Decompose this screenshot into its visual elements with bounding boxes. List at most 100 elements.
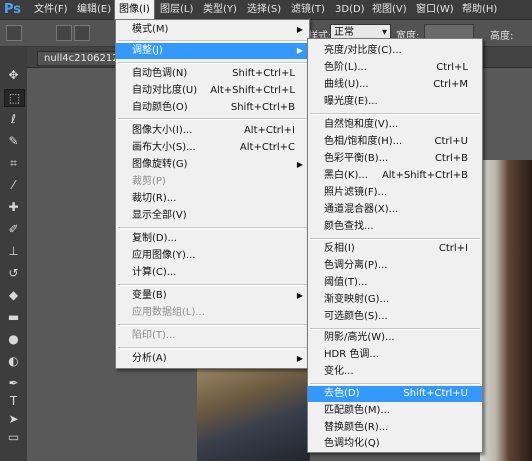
menu-item-shortcut: Shift+Ctrl+B — [230, 102, 295, 113]
menu-item-duplicate[interactable]: 复制(D)... — [116, 231, 309, 247]
rectangle-tool-icon[interactable]: ▭ — [4, 429, 23, 445]
healing-brush-tool-icon[interactable]: ✚ — [4, 199, 23, 215]
photo-canvas-right[interactable] — [480, 160, 532, 461]
menu-item-label: 自然饱和度(V)... — [324, 119, 399, 130]
type-tool-icon[interactable]: T — [4, 393, 23, 409]
menu-item-calculations[interactable]: 计算(C)... — [116, 265, 309, 281]
menu-item-reveal-all[interactable]: 显示全部(V) — [116, 208, 309, 224]
path-select-tool-icon[interactable]: ➤ — [4, 411, 23, 427]
menu-help[interactable]: 帮助(H) — [458, 0, 501, 19]
menu-item-canvas-size[interactable]: 画布大小(S)... Alt+Ctrl+C — [116, 140, 309, 156]
menu-filter[interactable]: 滤镜(T) — [287, 0, 329, 19]
menu-item-selective-color[interactable]: 可选颜色(S)... — [308, 309, 482, 325]
menu-select[interactable]: 选择(S) — [243, 0, 285, 19]
menu-item-label: 曝光度(E)... — [324, 96, 378, 107]
brush-tool-icon[interactable]: ✐ — [4, 221, 23, 237]
menu-window[interactable]: 窗口(W) — [412, 0, 458, 19]
menu-separator — [118, 284, 307, 286]
menu-item-analysis[interactable]: 分析(A) ▶ — [116, 351, 309, 367]
menu-item-shortcut: Ctrl+L — [436, 62, 468, 73]
menu-item-curves[interactable]: 曲线(U)... Ctrl+M — [308, 77, 482, 93]
menu-image[interactable]: 图像(I) — [114, 0, 155, 20]
image-menu: 模式(M) ▶ 调整(J) ▶ 自动色调(N) Shift+Ctrl+L 自动对比度(… — [115, 19, 310, 369]
menu-item-variables[interactable]: 变量(B) ▶ — [116, 288, 309, 304]
menu-item-shortcut: Ctrl+U — [434, 136, 469, 147]
crop-tool-icon[interactable]: ⌗ — [4, 155, 23, 171]
menu-item-black-white[interactable]: 黑白(K)... Alt+Shift+Ctrl+B — [308, 168, 482, 184]
submenu-arrow-icon: ▶ — [296, 46, 303, 55]
pen-tool-icon[interactable]: ✒ — [4, 375, 23, 391]
menu-item-image-rotation[interactable]: 图像旋转(G) ▶ — [116, 157, 309, 173]
new-selection-icon[interactable] — [56, 25, 72, 41]
photo-canvas[interactable] — [197, 365, 310, 461]
tool-preset-icon[interactable] — [6, 25, 22, 41]
menu-item-shadows-highlights[interactable]: 阴影/高光(W)... — [308, 330, 482, 346]
menu-item-hue-saturation[interactable]: 色相/饱和度(H)... Ctrl+U — [308, 134, 482, 150]
menu-item-mode[interactable]: 模式(M) ▶ — [116, 22, 309, 38]
dodge-tool-icon[interactable]: ◐ — [4, 353, 23, 369]
menu-item-gradient-map[interactable]: 渐变映射(G)... — [308, 292, 482, 308]
marquee-tool-icon[interactable]: ⬚ — [4, 89, 25, 107]
menu-separator — [118, 118, 307, 120]
menu-item-adjustments[interactable]: 调整(J) ▶ — [116, 43, 309, 59]
menu-item-shortcut: Alt+Shift+Ctrl+B — [381, 170, 468, 181]
menu-item-label: 自动对比度(U) — [132, 85, 198, 96]
menu-item-trim[interactable]: 裁切(R)... — [116, 191, 309, 207]
move-tool-icon[interactable]: ✥ — [4, 67, 23, 83]
menu-item-auto-contrast[interactable]: 自动对比度(U) Alt+Shift+Ctrl+L — [116, 83, 309, 99]
menu-item-color-lookup[interactable]: 颜色查找... — [308, 219, 482, 235]
menu-item-label: 去色(D) — [324, 388, 360, 399]
menu-item-label: 自动颜色(O) — [132, 102, 188, 113]
menu-item-equalize[interactable]: 色调均化(Q) — [308, 436, 482, 452]
gradient-tool-icon[interactable]: ▬ — [4, 309, 23, 325]
blur-tool-icon[interactable]: ● — [4, 331, 23, 347]
quick-select-tool-icon[interactable]: ✎ — [4, 133, 23, 149]
menu-separator — [118, 227, 307, 229]
menu-separator — [118, 62, 307, 64]
menu-item-levels[interactable]: 色阶(L)... Ctrl+L — [308, 60, 482, 76]
menu-3d[interactable]: 3D(D) — [331, 0, 369, 19]
menu-item-vibrance[interactable]: 自然饱和度(V)... — [308, 117, 482, 133]
menu-item-shortcut: Shift+Ctrl+U — [403, 388, 468, 399]
menu-item-hdr-toning[interactable]: HDR 色调... — [308, 347, 482, 363]
menu-item-desaturate[interactable]: 去色(D) Shift+Ctrl+U — [308, 386, 482, 402]
menu-edit[interactable]: 编辑(E) — [73, 0, 115, 19]
menu-item-threshold[interactable]: 阈值(T)... — [308, 275, 482, 291]
eyedropper-tool-icon[interactable]: ⁄ — [4, 177, 23, 193]
menu-view[interactable]: 视图(V) — [368, 0, 411, 19]
menu-item-shortcut: Alt+Ctrl+I — [243, 125, 295, 136]
add-selection-icon[interactable] — [74, 25, 90, 41]
menu-item-channel-mixer[interactable]: 通道混合器(X)... — [308, 202, 482, 218]
menu-item-posterize[interactable]: 色调分离(P)... — [308, 258, 482, 274]
eraser-tool-icon[interactable]: ◆ — [4, 287, 23, 303]
menu-item-exposure[interactable]: 曝光度(E)... — [308, 94, 482, 110]
menu-item-label: 变量(B) — [132, 290, 167, 301]
menu-item-label: 复制(D)... — [132, 233, 178, 244]
menu-item-label: 色调均化(Q) — [324, 438, 380, 449]
menu-item-shortcut: Ctrl+B — [434, 153, 468, 164]
menu-item-image-size[interactable]: 图像大小(I)... Alt+Ctrl+I — [116, 123, 309, 139]
menu-item-brightness-contrast[interactable]: 亮度/对比度(C)... — [308, 43, 482, 59]
menu-type[interactable]: 类型(Y) — [199, 0, 241, 19]
menu-item-variations[interactable]: 变化... — [308, 364, 482, 380]
menu-item-auto-tone[interactable]: 自动色调(N) Shift+Ctrl+L — [116, 66, 309, 82]
menu-item-shortcut: Alt+Shift+Ctrl+L — [210, 85, 295, 96]
history-brush-tool-icon[interactable]: ↺ — [4, 265, 23, 281]
clone-stamp-tool-icon[interactable]: ⊥ — [4, 243, 23, 259]
menu-item-photo-filter[interactable]: 照片滤镜(F)... — [308, 185, 482, 201]
lasso-tool-icon[interactable]: ℓ — [4, 111, 23, 127]
menu-separator — [310, 238, 480, 240]
menu-item-match-color[interactable]: 匹配颜色(M)... — [308, 403, 482, 419]
menu-item-color-balance[interactable]: 色彩平衡(B)... Ctrl+B — [308, 151, 482, 167]
menu-item-label: 替换颜色(R)... — [324, 422, 389, 433]
menu-layer[interactable]: 图层(L) — [156, 0, 197, 19]
menu-item-invert[interactable]: 反相(I) Ctrl+I — [308, 241, 482, 257]
menu-item-auto-color[interactable]: 自动颜色(O) Shift+Ctrl+B — [116, 100, 309, 116]
menu-item-replace-color[interactable]: 替换颜色(R)... — [308, 420, 482, 436]
menu-file[interactable]: 文件(F) — [30, 0, 72, 19]
menu-item-label: 色阶(L)... — [324, 62, 367, 73]
menu-item-apply-image[interactable]: 应用图像(Y)... — [116, 248, 309, 264]
menu-item-label: 反相(I) — [324, 243, 355, 254]
submenu-arrow-icon: ▶ — [296, 25, 303, 34]
menu-item-label: 色彩平衡(B)... — [324, 153, 389, 164]
